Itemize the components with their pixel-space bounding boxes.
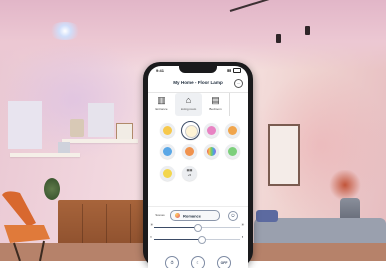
wall-shelf — [10, 153, 80, 157]
romance-icon — [207, 126, 216, 135]
status-time: 9:41 — [156, 68, 165, 73]
shelf-frame — [58, 142, 70, 153]
slider-fill — [154, 238, 201, 240]
spotlight — [276, 34, 281, 43]
tab-living-room[interactable]: ⌂ Living room — [175, 93, 202, 116]
scene-sunset-button[interactable] — [182, 144, 197, 159]
nature-icon — [228, 147, 237, 156]
color-temperature-slider[interactable] — [154, 236, 240, 244]
cabinet-door — [108, 204, 131, 246]
scene-lightbulb-button[interactable] — [160, 166, 175, 181]
scene-rainbow-button[interactable] — [204, 144, 219, 159]
tab-entrance[interactable]: ▥ Entrance — [148, 93, 175, 116]
scene-color-icon — [175, 213, 180, 219]
spotlight — [305, 26, 310, 35]
lightbulb-icon — [163, 169, 172, 178]
app-header: My Home - Floor Lamp ⋯ — [148, 76, 248, 93]
scene-ocean-button[interactable] — [160, 144, 175, 159]
wall-shelf — [62, 139, 138, 143]
scene-relax-button[interactable] — [160, 123, 175, 138]
more-scenes-icon: ▦▦ — [186, 168, 193, 172]
cabinet-door — [60, 204, 83, 246]
more-scenes-count: +5 — [187, 173, 192, 177]
cushion — [256, 210, 278, 222]
ceiling-light — [48, 22, 82, 40]
relax-icon — [163, 126, 172, 135]
mode-label: Scenes — [155, 213, 165, 217]
scene-read-button[interactable] — [181, 121, 200, 140]
status-icons: ▮▮ — [227, 68, 241, 73]
more-scenes-button[interactable]: ▦▦ +5 — [182, 166, 197, 181]
read-icon — [185, 125, 198, 138]
page-title: My Home - Floor Lamp — [173, 80, 223, 85]
room-label: Bedroom — [209, 107, 222, 111]
armchair — [2, 191, 50, 261]
warm-icon — [228, 126, 237, 135]
room-tabs: ▥ Entrance ⌂ Living room ▤ Bedroom — [148, 93, 248, 116]
battery-icon — [233, 68, 241, 73]
more-options-icon[interactable]: ⋯ — [234, 79, 243, 88]
more-rooms-edge[interactable] — [229, 93, 238, 116]
cool-temperature-icon: ◐ — [150, 234, 153, 239]
night-mode-button[interactable]: ☾ — [191, 256, 205, 268]
lamp-controls: Scenes Romance ⏻ ☀ ☀ ◐ ◑ ⏱ ☾ OFF — [148, 206, 248, 268]
flowers — [328, 170, 362, 200]
timer-button[interactable]: ⏱ — [165, 256, 179, 268]
current-scene-pill[interactable]: Romance — [170, 210, 220, 221]
wall-picture — [88, 103, 114, 137]
current-scene-label: Romance — [183, 213, 202, 219]
bed-icon: ▤ — [211, 95, 220, 105]
smartphone: 9:41 ▮▮ My Home - Floor Lamp ⋯ ▥ Entranc… — [143, 62, 253, 268]
room-label: Living room — [180, 107, 197, 111]
ocean-icon — [163, 147, 172, 156]
sofa-icon: ⌂ — [185, 95, 192, 105]
power-off-button[interactable]: OFF — [217, 256, 231, 268]
power-toggle-icon[interactable]: ⏻ — [228, 211, 238, 221]
entrance-icon: ▥ — [157, 95, 166, 105]
off-label: OFF — [220, 261, 228, 265]
rainbow-icon — [207, 147, 216, 156]
slider-knob[interactable] — [198, 236, 206, 244]
scene-nature-button[interactable] — [225, 144, 240, 159]
app-screen: 9:41 ▮▮ My Home - Floor Lamp ⋯ ▥ Entranc… — [148, 66, 248, 268]
shelf-decoration — [70, 119, 84, 137]
warm-temperature-icon: ◑ — [241, 234, 244, 239]
tab-bedroom[interactable]: ▤ Bedroom — [202, 93, 229, 116]
wall-picture — [268, 124, 300, 186]
scene-romance-button[interactable] — [204, 123, 219, 138]
wall-picture — [8, 101, 42, 149]
cabinet-door — [84, 204, 107, 246]
brightness-high-icon: ☀ — [241, 222, 245, 227]
room-label: Entrance — [155, 107, 168, 111]
slider-fill — [154, 226, 197, 228]
sunset-icon — [185, 147, 194, 156]
phone-notch — [179, 66, 217, 73]
brightness-low-icon: ☀ — [150, 222, 154, 227]
scene-warm-button[interactable] — [225, 123, 240, 138]
brightness-slider[interactable] — [154, 224, 240, 232]
slider-knob[interactable] — [194, 224, 202, 232]
